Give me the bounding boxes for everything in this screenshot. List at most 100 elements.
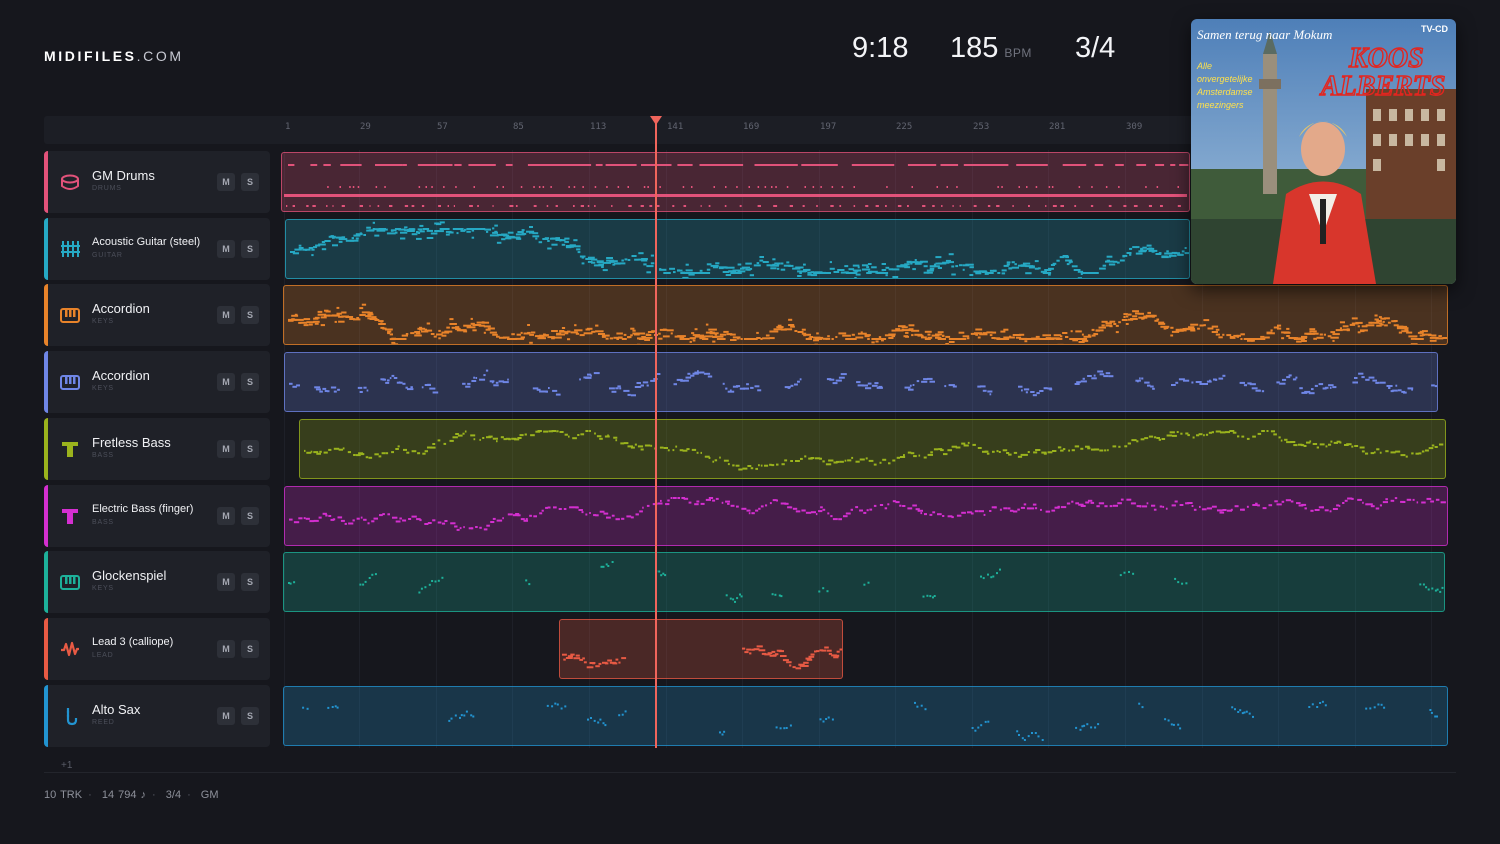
mute-button[interactable]: M xyxy=(217,240,235,258)
track-header[interactable]: Glockenspiel KEYS M S xyxy=(44,551,270,613)
note-pattern xyxy=(302,700,1438,741)
brand-logo: MIDIFILES.COM xyxy=(44,48,184,64)
keys-icon xyxy=(60,575,80,590)
track-category: KEYS xyxy=(92,585,114,592)
sax-icon xyxy=(66,708,78,726)
midi-clip[interactable] xyxy=(283,686,1448,746)
track-category: LEAD xyxy=(92,652,114,659)
footer-stats: 10 TRK · 14 794 ♪ · 3/4 · GM xyxy=(44,789,219,801)
track-color-bar xyxy=(44,351,48,413)
track-category: BASS xyxy=(92,519,114,526)
album-tagline-3: Amsterdamse xyxy=(1196,87,1253,97)
mute-button[interactable]: M xyxy=(217,707,235,725)
midi-clip[interactable] xyxy=(283,285,1448,345)
solo-button[interactable]: S xyxy=(241,240,259,258)
drum-icon xyxy=(61,174,79,190)
track-count: 10 TRK xyxy=(44,789,83,801)
album-cover: Samen terug naar Mokum TV-CD KOOS ALBERT… xyxy=(1191,19,1456,284)
tempo-display: 185 BPM xyxy=(950,32,1032,65)
note-pattern xyxy=(304,430,1444,471)
solo-button[interactable]: S xyxy=(241,306,259,324)
keys-icon xyxy=(60,308,80,323)
time-signature-display: 3/4 xyxy=(1075,32,1115,65)
mute-button[interactable]: M xyxy=(217,306,235,324)
track-header[interactable]: GM Drums DRUMS M S xyxy=(44,151,270,213)
ruler-tick: 253 xyxy=(973,122,990,132)
note-pattern xyxy=(288,303,1447,344)
track-color-bar xyxy=(44,218,48,280)
track-header[interactable]: Electric Bass (finger) BASS M S xyxy=(44,485,270,547)
bass-icon xyxy=(62,509,78,524)
track-color-bar xyxy=(44,685,48,747)
solo-button[interactable]: S xyxy=(241,173,259,191)
solo-button[interactable]: S xyxy=(241,507,259,525)
solo-button[interactable]: S xyxy=(241,573,259,591)
ruler-tick: 197 xyxy=(820,122,837,132)
time-signature-value: 3/4 xyxy=(1075,32,1116,64)
note-pattern xyxy=(562,645,842,670)
midi-clip[interactable] xyxy=(559,619,843,679)
footer-signature: 3/4 xyxy=(165,789,182,801)
album-tagline-2: onvergetelijke xyxy=(1197,74,1253,84)
track-header[interactable]: Alto Sax REED M S xyxy=(44,685,270,747)
track-name: Acoustic Guitar (steel) xyxy=(92,236,201,248)
album-artist-line2: ALBERTS xyxy=(1319,71,1445,102)
track-category: GUITAR xyxy=(92,252,123,259)
track-category: KEYS xyxy=(92,318,114,325)
time-value: 9:18 xyxy=(852,32,909,64)
track-header[interactable]: Fretless Bass BASS M S xyxy=(44,418,270,480)
playhead-line[interactable] xyxy=(655,122,657,748)
wave-icon xyxy=(61,641,79,657)
track-color-bar xyxy=(44,485,48,547)
bpm-unit: BPM xyxy=(1004,46,1032,60)
track-color-bar xyxy=(44,418,48,480)
track-category: REED xyxy=(92,719,115,726)
midi-clip[interactable] xyxy=(284,486,1448,546)
brand-name: MIDIFILES xyxy=(44,48,137,64)
mute-button[interactable]: M xyxy=(217,173,235,191)
mute-button[interactable]: M xyxy=(217,440,235,458)
track-color-bar xyxy=(44,618,48,680)
ruler-tick: 85 xyxy=(513,122,524,132)
ruler-tick: 141 xyxy=(667,122,684,132)
midi-clip[interactable] xyxy=(299,419,1446,479)
mute-button[interactable]: M xyxy=(217,507,235,525)
track-category: BASS xyxy=(92,452,114,459)
time-display: 9:18 xyxy=(852,32,908,65)
track-header[interactable]: Accordion KEYS M S xyxy=(44,284,270,346)
track-name: GM Drums xyxy=(92,168,155,183)
note-pattern xyxy=(289,497,1446,531)
ruler-tick: 169 xyxy=(743,122,760,132)
more-tracks-indicator[interactable]: +1 xyxy=(61,760,72,771)
note-count: 14 794 ♪ xyxy=(101,789,147,801)
guitar-icon xyxy=(61,241,80,257)
track-header[interactable]: Lead 3 (calliope) LEAD M S xyxy=(44,618,270,680)
track-name: Accordion xyxy=(92,368,150,383)
solo-button[interactable]: S xyxy=(241,640,259,658)
album-tagline-4: meezingers xyxy=(1197,100,1244,110)
midi-clip[interactable] xyxy=(285,219,1190,279)
ruler-tick: 309 xyxy=(1126,122,1143,132)
mute-button[interactable]: M xyxy=(217,373,235,391)
midi-clip[interactable] xyxy=(281,152,1190,212)
midi-clip[interactable] xyxy=(284,352,1438,412)
track-header[interactable]: Accordion KEYS M S xyxy=(44,351,270,413)
track-header[interactable]: Acoustic Guitar (steel) GUITAR M S xyxy=(44,218,270,280)
mute-button[interactable]: M xyxy=(217,573,235,591)
footer-divider xyxy=(44,772,1456,773)
track-category: KEYS xyxy=(92,385,114,392)
solo-button[interactable]: S xyxy=(241,707,259,725)
playhead-marker-icon[interactable] xyxy=(650,116,662,125)
midi-clip[interactable] xyxy=(283,552,1445,612)
note-pattern xyxy=(284,164,1189,207)
track-name: Glockenspiel xyxy=(92,568,167,583)
mute-button[interactable]: M xyxy=(217,640,235,658)
track-name: Accordion xyxy=(92,301,150,316)
ruler-tick: 281 xyxy=(1049,122,1066,132)
solo-button[interactable]: S xyxy=(241,440,259,458)
brand-tld: .COM xyxy=(136,48,184,64)
track-name: Alto Sax xyxy=(92,702,141,717)
solo-button[interactable]: S xyxy=(241,373,259,391)
album-artist-line1: KOOS xyxy=(1348,43,1424,74)
bpm-value: 185 xyxy=(950,32,999,64)
